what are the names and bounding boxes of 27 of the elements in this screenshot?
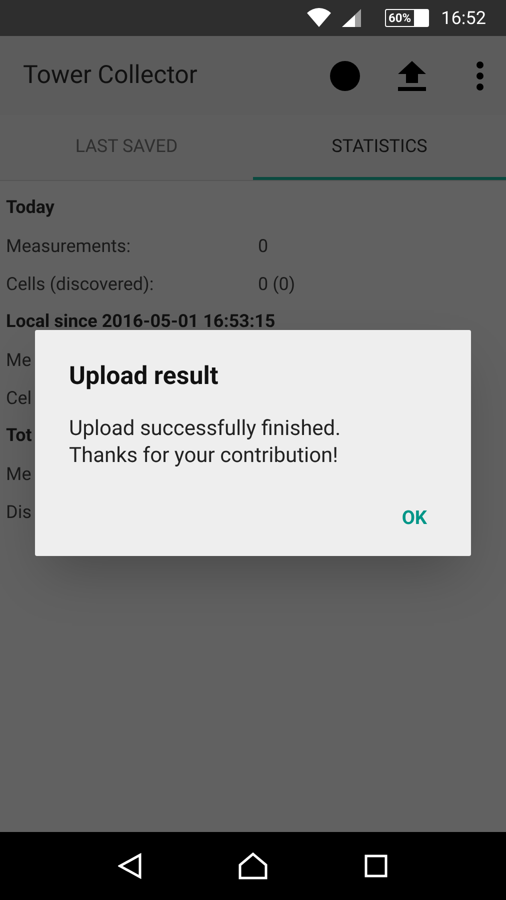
more-options-icon[interactable] — [476, 60, 484, 90]
section-heading: Local since 2016-05-01 16:53:15 — [6, 310, 276, 334]
section-heading: Tot — [6, 424, 32, 448]
section-heading: Today — [6, 196, 54, 220]
dialog-message: Thanks for your contribution! — [69, 442, 340, 470]
stat-value: 0 (0) — [258, 272, 296, 296]
upload-icon[interactable] — [398, 60, 426, 90]
app-title: Tower Collector — [23, 60, 198, 92]
ok-button[interactable]: OK — [392, 498, 437, 538]
stat-label: Me — [6, 462, 32, 486]
dialog-title: Upload result — [69, 361, 220, 393]
record-icon[interactable] — [330, 60, 360, 90]
tab[interactable]: STATISTICS — [253, 115, 506, 180]
recents-icon[interactable] — [364, 854, 388, 878]
clock: 16:52 — [441, 6, 486, 30]
wifi-icon — [306, 8, 331, 28]
dialog-message: Upload successfully finished. — [69, 416, 342, 442]
stat-label: Cel — [6, 386, 33, 410]
stat-value: 0 — [258, 234, 268, 258]
signal-icon — [340, 8, 361, 28]
stat-label: Me — [6, 348, 32, 372]
back-icon[interactable] — [118, 853, 142, 879]
home-icon[interactable] — [238, 852, 268, 880]
stat-label: Cells (discovered): — [6, 272, 155, 296]
stat-label: Measurements: — [6, 234, 132, 258]
stat-label: Dis — [6, 500, 32, 524]
battery-level: 60% — [388, 12, 412, 24]
